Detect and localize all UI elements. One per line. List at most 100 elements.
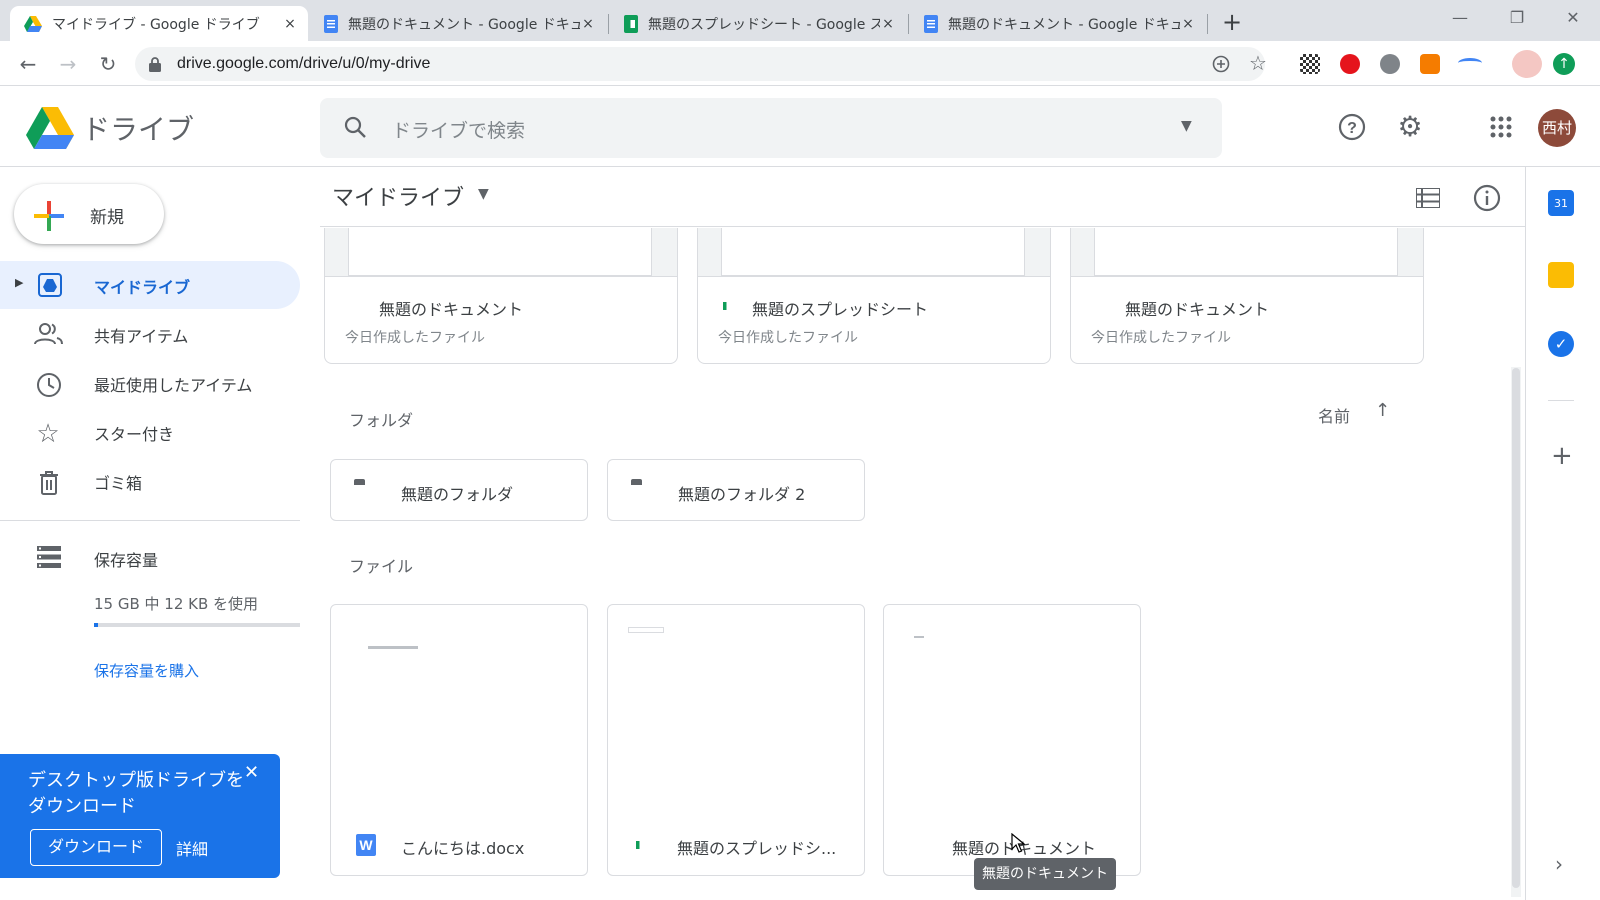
red-extension-icon[interactable]: [1340, 54, 1360, 74]
buy-storage-link[interactable]: 保存容量を購入: [94, 660, 199, 681]
quick-access-subtitle: 今日作成したファイル: [345, 330, 485, 346]
card-thumbnail-page: [721, 228, 1025, 276]
url-text[interactable]: drive.google.com/drive/u/0/my-drive: [177, 55, 430, 73]
quick-access-name: 無題のドキュメント: [1125, 300, 1270, 319]
star-icon: ☆: [36, 419, 60, 449]
expand-arrow-icon[interactable]: ▶: [15, 276, 23, 289]
clock-icon: [37, 373, 61, 397]
sidebar-item-label: ゴミ箱: [94, 474, 143, 493]
quick-access-name: 無題のドキュメント: [379, 300, 524, 319]
sort-by-name-label[interactable]: 名前: [1318, 403, 1350, 427]
tasks-icon[interactable]: ✓: [1548, 331, 1574, 357]
arc-extension-icon[interactable]: [1458, 58, 1482, 68]
close-tab-icon[interactable]: ×: [282, 16, 298, 32]
close-tab-icon[interactable]: ×: [1180, 16, 1196, 32]
storage-icon: [37, 546, 61, 568]
browser-tab-doc-1[interactable]: 無題のドキュメント - Google ドキュメ ×: [310, 6, 606, 41]
close-tab-icon[interactable]: ×: [880, 16, 896, 32]
tab-title: 無題のドキュメント - Google ドキュメ: [348, 16, 580, 33]
trash-icon: [40, 471, 58, 495]
profile-avatar-icon[interactable]: [1512, 50, 1542, 78]
sidebar-item-label: 共有アイテム: [94, 327, 189, 346]
tab-title: マイドライブ - Google ドライブ: [52, 16, 260, 33]
back-arrow-icon[interactable]: ←: [14, 51, 42, 77]
reload-icon[interactable]: ↻: [94, 51, 122, 77]
side-panel-divider: [1548, 400, 1574, 401]
search-input[interactable]: ドライブで検索: [392, 116, 525, 143]
add-addon-plus-icon[interactable]: +: [1551, 441, 1573, 471]
sheets-icon: [624, 14, 638, 33]
storage-label[interactable]: 保存容量: [94, 547, 158, 571]
main-header-divider: [320, 226, 1525, 227]
calendar-icon[interactable]: 31: [1548, 190, 1574, 216]
scrollbar-thumb[interactable]: [1512, 368, 1520, 888]
storage-usage-bar: [94, 623, 300, 627]
qr-extension-icon[interactable]: [1300, 54, 1320, 74]
browser-tab-sheet[interactable]: 無題のスプレッドシート - Google スプ ×: [610, 6, 906, 41]
close-promo-icon[interactable]: ✕: [244, 762, 259, 783]
drive-brand-title[interactable]: ドライブ: [82, 108, 194, 148]
close-tab-icon[interactable]: ×: [580, 16, 596, 32]
lock-icon: [149, 57, 161, 72]
quick-access-name: 無題のスプレッドシート: [752, 300, 929, 319]
promo-details-link[interactable]: 詳細: [176, 836, 208, 860]
chart-extension-icon[interactable]: [1420, 54, 1440, 74]
list-view-icon[interactable]: [1416, 188, 1440, 208]
quick-access-subtitle: 今日作成したファイル: [718, 330, 858, 346]
storage-usage-text: 15 GB 中 12 KB を使用: [94, 595, 259, 613]
help-icon[interactable]: ?: [1338, 113, 1366, 141]
install-app-icon[interactable]: [1212, 55, 1230, 73]
file-preview-text: [368, 646, 418, 649]
chevron-right-icon[interactable]: ›: [1555, 852, 1563, 876]
folders-section-title: フォルダ: [349, 411, 414, 430]
storage-usage-fill: [94, 623, 98, 627]
new-tab-button[interactable]: +: [1222, 8, 1242, 36]
card-thumbnail-page: [348, 228, 652, 276]
word-file-icon: W: [356, 834, 376, 856]
restore-window-icon[interactable]: ❐: [1497, 8, 1537, 27]
docs-icon: [924, 14, 938, 33]
search-options-dropdown-icon[interactable]: ▼: [1181, 118, 1192, 134]
page-title[interactable]: マイドライブ: [332, 180, 464, 212]
card-divider: [697, 276, 1051, 277]
drive-icon: [24, 15, 42, 32]
bookmark-star-icon[interactable]: ☆: [1249, 51, 1267, 75]
quick-access-subtitle: 今日作成したファイル: [1091, 330, 1231, 346]
update-icon[interactable]: ↑: [1553, 53, 1575, 75]
browser-tab-doc-2[interactable]: 無題のドキュメント - Google ドキュメ ×: [910, 6, 1206, 41]
file-preview-text: [914, 636, 924, 638]
drive-logo-icon[interactable]: [26, 107, 74, 149]
card-divider: [324, 276, 678, 277]
account-avatar[interactable]: 西村: [1538, 109, 1576, 147]
files-section-title: ファイル: [349, 557, 414, 576]
minimize-window-icon[interactable]: —: [1440, 8, 1480, 27]
info-icon[interactable]: [1473, 184, 1501, 212]
tab-title: 無題のスプレッドシート - Google スプ: [648, 16, 880, 33]
keep-icon[interactable]: [1548, 262, 1574, 288]
forward-arrow-icon[interactable]: →: [54, 51, 82, 77]
browser-tab-drive[interactable]: マイドライブ - Google ドライブ ×: [10, 6, 308, 41]
tab-separator: [608, 14, 609, 34]
tab-separator: [1207, 14, 1208, 34]
docs-icon: [324, 14, 338, 33]
apps-grid-icon[interactable]: [1490, 116, 1512, 138]
sidebar-divider: [0, 520, 300, 521]
file-name: こんにちは.docx: [401, 839, 525, 858]
card-thumbnail-page: [1094, 228, 1398, 276]
mouse-cursor-icon: [1011, 833, 1025, 853]
tab-separator: [908, 14, 909, 34]
folder-name: 無題のフォルダ: [401, 485, 514, 504]
promo-download-button[interactable]: ダウンロード: [30, 829, 162, 866]
sidebar-item-label: マイドライブ: [94, 278, 191, 297]
chevron-down-icon[interactable]: ▼: [478, 186, 489, 202]
skype-extension-icon[interactable]: [1380, 54, 1400, 74]
sort-ascending-arrow-icon[interactable]: ↑: [1375, 400, 1390, 421]
search-icon[interactable]: [343, 115, 367, 139]
close-window-icon[interactable]: ✕: [1553, 8, 1593, 27]
new-button-label: 新規: [90, 208, 124, 228]
promo-text: デスクトップ版ドライブをダウンロード: [28, 770, 244, 817]
svg-text:?: ?: [1347, 120, 1357, 137]
settings-gear-icon[interactable]: ⚙: [1393, 110, 1427, 144]
sidebar-item-label: 最近使用したアイテム: [94, 376, 253, 395]
tab-title: 無題のドキュメント - Google ドキュメ: [948, 16, 1180, 33]
